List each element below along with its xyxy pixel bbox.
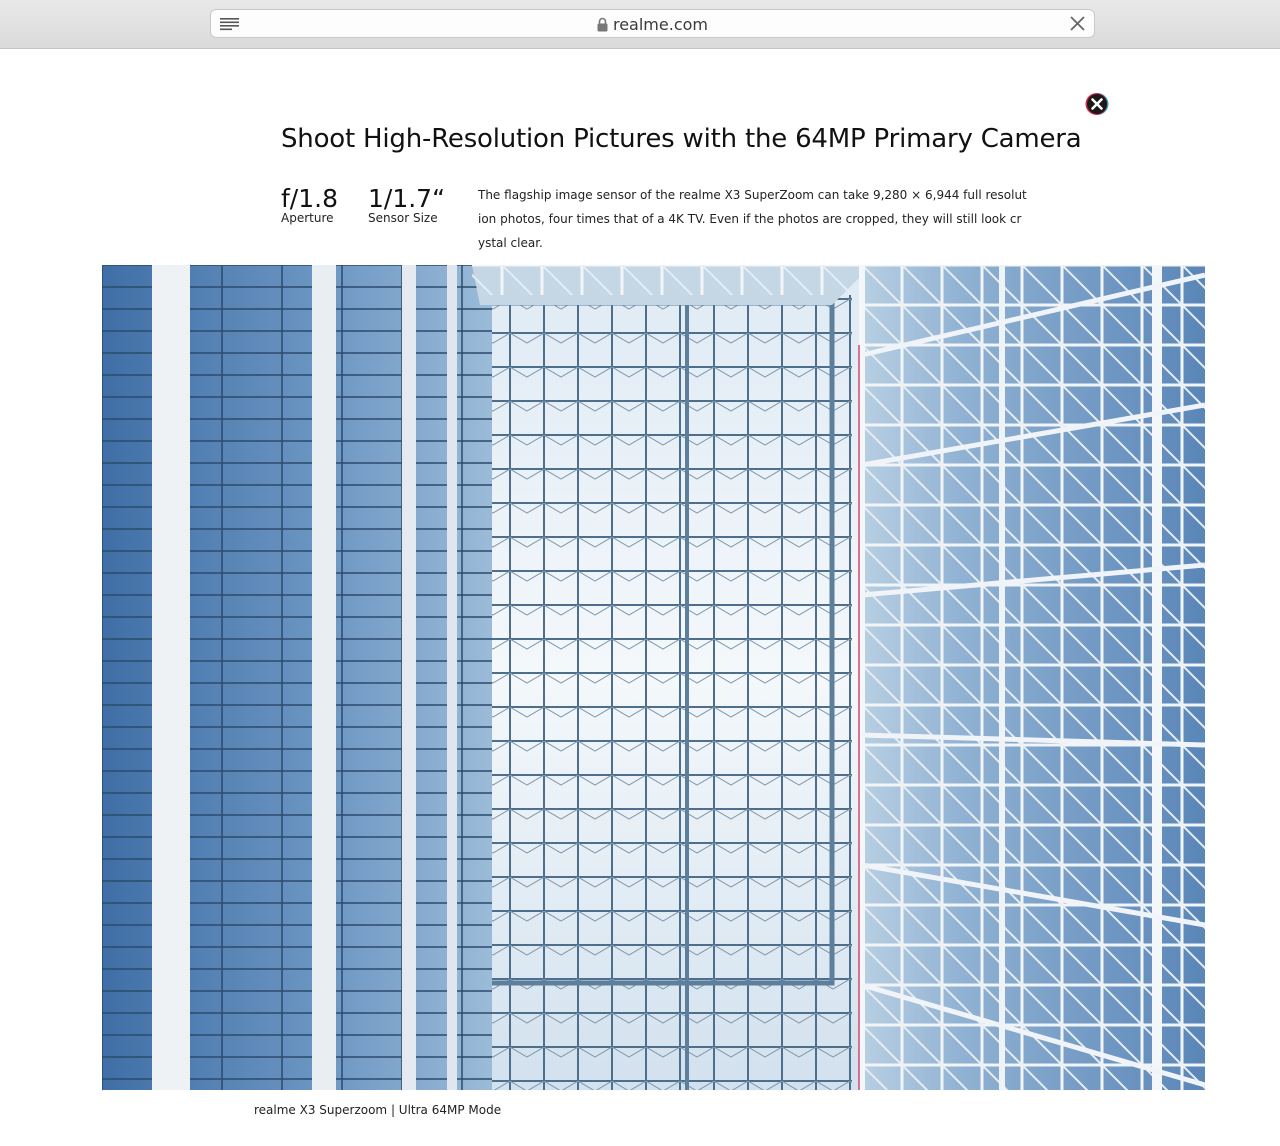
close-icon[interactable] — [1069, 15, 1086, 32]
url-text: realme.com — [612, 15, 708, 34]
architecture-photo-illustration — [102, 265, 1205, 1090]
browser-toolbar: realme.com — [0, 0, 1280, 49]
sample-photo — [102, 265, 1205, 1090]
spec-value: f/1.8 — [281, 184, 338, 213]
url-display[interactable]: realme.com — [211, 10, 1094, 39]
spec-label: Sensor Size — [368, 211, 438, 225]
spec-label: Aperture — [281, 211, 334, 225]
spec-sensor-size: 1/1.7“ Sensor Size — [368, 184, 446, 226]
feature-description: The flagship image sensor of the realme … — [478, 188, 1027, 250]
section-title: Shoot High-Resolution Pictures with the … — [281, 124, 1082, 154]
lock-icon — [597, 17, 608, 32]
photo-caption: realme X3 Superzoom | Ultra 64MP Mode — [254, 1103, 502, 1117]
spec-aperture: f/1.8 Aperture — [281, 184, 338, 226]
extension-badge-icon[interactable] — [1085, 92, 1109, 116]
spec-value: 1/1.7“ — [368, 184, 446, 213]
address-bar[interactable]: realme.com — [210, 9, 1095, 38]
